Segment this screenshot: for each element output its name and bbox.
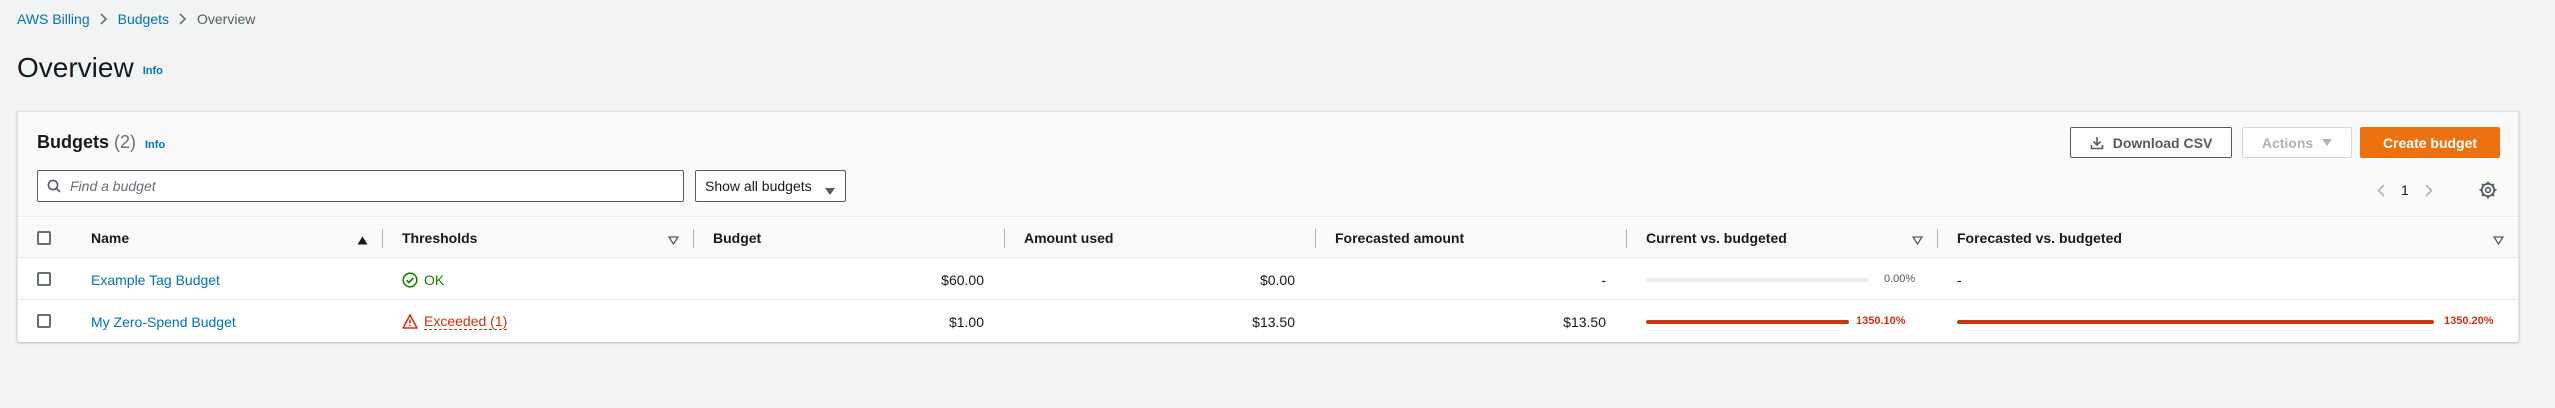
download-csv-label: Download CSV xyxy=(2112,134,2213,151)
breadcrumb-aws-billing[interactable]: AWS Billing xyxy=(17,11,90,27)
pagination: 1 xyxy=(2374,180,2436,200)
budget-count: (2) xyxy=(114,132,136,152)
budget-name-link[interactable]: Example Tag Budget xyxy=(91,272,220,288)
column-divider[interactable] xyxy=(1004,229,1005,248)
status-exceeded[interactable]: Exceeded (1) xyxy=(402,313,508,330)
checkbox[interactable] xyxy=(37,314,51,328)
cell-thresholds: OK xyxy=(402,259,444,300)
column-header-current-vs-budgeted[interactable]: Current vs. budgeted xyxy=(1646,218,1787,258)
budgets-table-container: Budgets (2) Info Download CSV Actions Cr… xyxy=(17,111,2519,342)
chevron-right-icon xyxy=(90,9,118,29)
threshold-status-text[interactable]: Exceeded (1) xyxy=(424,313,508,330)
download-icon xyxy=(2090,136,2104,150)
column-header-thresholds[interactable]: Thresholds xyxy=(402,218,477,258)
cell-forecasted-amount: $13.50 xyxy=(1563,313,1606,330)
column-header-name[interactable]: Name xyxy=(91,218,129,258)
check-circle-icon xyxy=(402,271,418,288)
container-title-row: Budgets (2) Info xyxy=(37,132,165,153)
row-checkbox[interactable] xyxy=(37,272,51,286)
cell-forecasted-vs-budgeted: - xyxy=(1957,271,1962,288)
select-all-checkbox[interactable] xyxy=(37,231,51,245)
current-progress-fill xyxy=(1646,320,1849,324)
table-row[interactable]: Example Tag Budget OK $60.00 $0.00 - 0.0… xyxy=(18,259,2518,300)
column-header-budget[interactable]: Budget xyxy=(713,218,761,258)
cell-forecasted-amount: - xyxy=(1601,271,1606,288)
container-title: Budgets xyxy=(37,132,109,152)
breadcrumb-current: Overview xyxy=(197,11,256,27)
page-title: Overview xyxy=(17,52,134,83)
column-divider[interactable] xyxy=(1315,229,1316,248)
cell-thresholds: Exceeded (1) xyxy=(402,301,508,342)
breadcrumb-budgets[interactable]: Budgets xyxy=(118,11,169,27)
row-checkbox[interactable] xyxy=(37,314,51,328)
column-header-forecasted-vs-budgeted[interactable]: Forecasted vs. budgeted xyxy=(1957,218,2122,258)
page-info-link[interactable]: Info xyxy=(143,65,163,77)
cell-amount-used: $0.00 xyxy=(1259,271,1295,288)
search-input[interactable] xyxy=(70,178,670,194)
checkbox[interactable] xyxy=(37,272,51,286)
sort-icon[interactable] xyxy=(2492,232,2505,250)
cell-name: My Zero-Spend Budget xyxy=(91,301,236,342)
actions-label: Actions xyxy=(2261,134,2314,151)
gear-icon[interactable] xyxy=(2477,179,2499,201)
cell-amount-used: $13.50 xyxy=(1252,313,1295,330)
actions-dropdown-button[interactable]: Actions xyxy=(2242,127,2352,158)
current-percentage: 0.00% xyxy=(1884,273,1916,285)
budget-filter-value: Show all budgets xyxy=(705,178,812,194)
current-progress-bar xyxy=(1646,320,1849,324)
page-header: Overview Info xyxy=(17,52,163,84)
column-divider[interactable] xyxy=(1626,229,1627,248)
forecasted-percentage: 1350.20% xyxy=(2444,315,2494,327)
container-header: Budgets (2) Info Download CSV Actions Cr… xyxy=(18,112,2518,217)
create-budget-button[interactable]: Create budget xyxy=(2360,127,2500,158)
column-header-forecasted-amount[interactable]: Forecasted amount xyxy=(1335,218,1464,258)
threshold-status-text: OK xyxy=(424,271,445,288)
checkbox[interactable] xyxy=(37,231,51,245)
current-progress-bar xyxy=(1646,278,1869,282)
cell-name: Example Tag Budget xyxy=(91,259,220,300)
table-header: Name Thresholds Budget Amount used Forec… xyxy=(18,218,2518,258)
sort-icon[interactable] xyxy=(667,232,680,250)
container-info-link[interactable]: Info xyxy=(145,139,165,151)
forecasted-progress-bar xyxy=(1957,320,2434,324)
column-divider[interactable] xyxy=(693,229,694,248)
budget-name-link[interactable]: My Zero-Spend Budget xyxy=(91,314,236,330)
sort-ascending-icon[interactable] xyxy=(357,232,368,250)
sort-icon[interactable] xyxy=(1911,232,1924,250)
page-number[interactable]: 1 xyxy=(2401,182,2409,198)
download-csv-button[interactable]: Download CSV xyxy=(2070,127,2232,158)
column-divider[interactable] xyxy=(382,229,383,248)
column-divider[interactable] xyxy=(1937,229,1938,248)
table-row[interactable]: My Zero-Spend Budget Exceeded (1) $1.00 … xyxy=(18,301,2518,342)
create-budget-label: Create budget xyxy=(2382,134,2478,151)
caret-down-icon xyxy=(825,182,835,198)
budget-filter-select[interactable]: Show all budgets xyxy=(695,170,846,202)
next-page-icon[interactable] xyxy=(2422,182,2436,198)
cell-budget: $60.00 xyxy=(941,271,984,288)
chevron-right-icon xyxy=(169,9,197,29)
column-header-amount-used[interactable]: Amount used xyxy=(1024,218,1113,258)
previous-page-icon[interactable] xyxy=(2374,182,2388,198)
search-icon xyxy=(38,171,70,201)
forecasted-progress-fill xyxy=(1957,320,2434,324)
status-ok: OK xyxy=(402,272,444,288)
current-percentage: 1350.10% xyxy=(1856,315,1906,327)
warning-icon xyxy=(402,314,418,329)
cell-budget: $1.00 xyxy=(948,313,984,330)
caret-down-icon xyxy=(2322,139,2333,146)
search-field[interactable] xyxy=(37,170,684,202)
breadcrumb: AWS Billing Budgets Overview xyxy=(17,9,255,29)
